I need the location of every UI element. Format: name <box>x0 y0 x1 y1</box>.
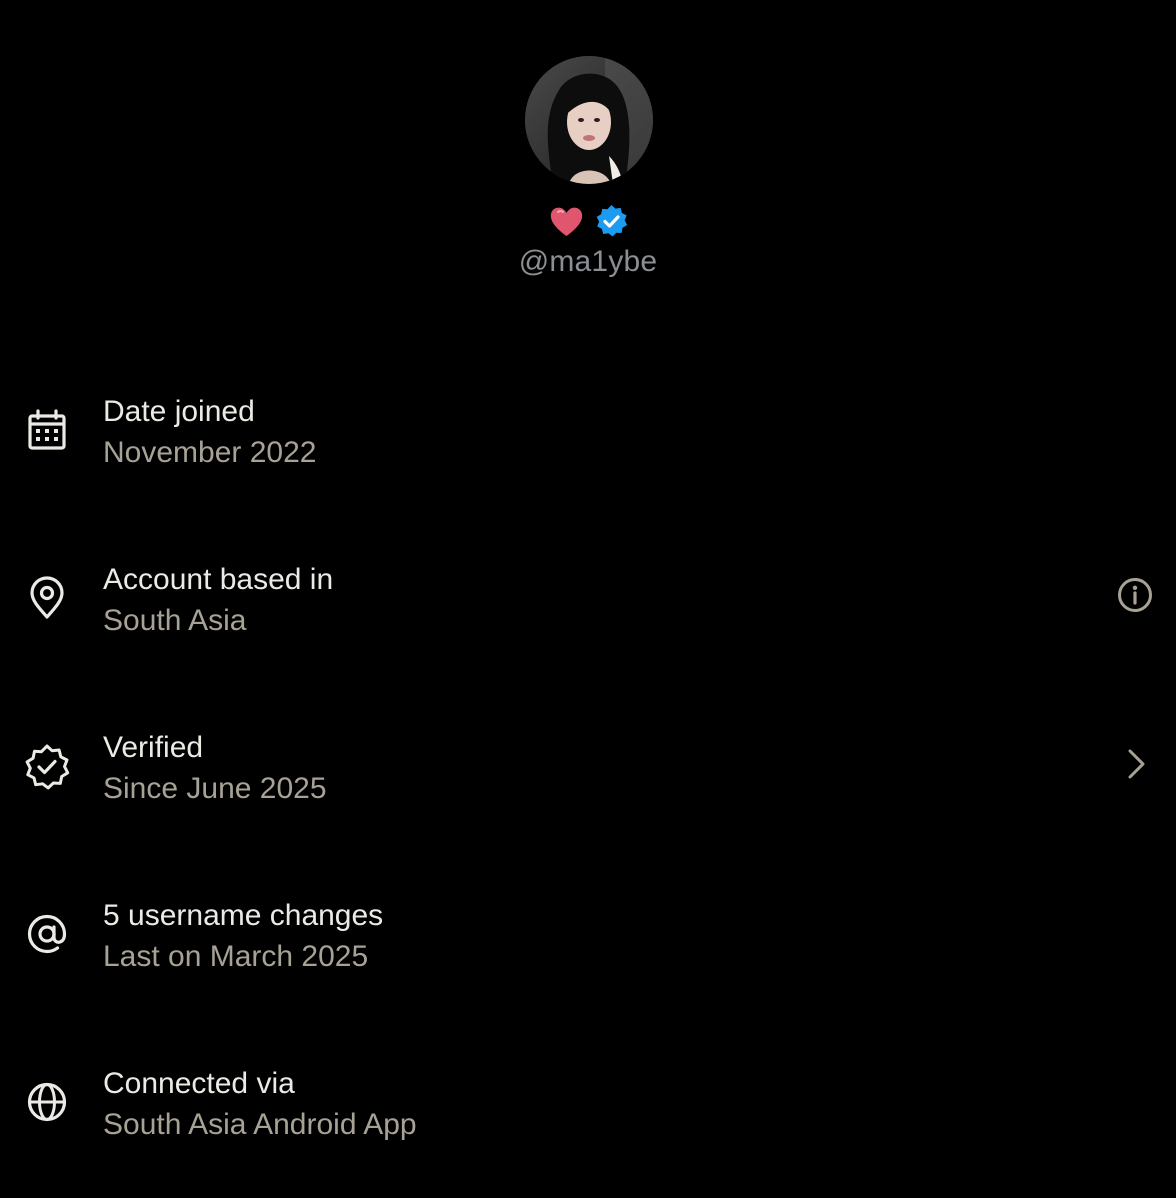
row-account-based-in: Account based in South Asia <box>0 553 1176 643</box>
profile-badges <box>548 202 630 240</box>
row-date-joined: Date joined November 2022 <box>0 385 1176 475</box>
row-value: Last on March 2025 <box>103 940 369 973</box>
chevron-right-icon[interactable] <box>1110 743 1160 793</box>
row-username-changes: 5 username changes Last on March 2025 <box>0 889 1176 979</box>
row-label: Verified <box>103 731 204 764</box>
verified-check-icon <box>22 741 72 791</box>
profile-handle: @ma1ybe <box>518 245 658 278</box>
globe-icon <box>22 1077 72 1127</box>
row-label: Connected via <box>103 1067 295 1100</box>
location-pin-icon <box>22 573 72 623</box>
row-label: Date joined <box>103 395 255 428</box>
profile-photo <box>525 56 653 184</box>
row-connected-via: Connected via South Asia Android App <box>0 1057 1176 1147</box>
calendar-icon <box>22 405 72 455</box>
row-value: Since June 2025 <box>103 772 327 805</box>
profile-header: @ma1ybe <box>0 0 1176 300</box>
row-value: South Asia Android App <box>103 1108 417 1141</box>
heart-icon <box>550 207 583 236</box>
row-verified[interactable]: Verified Since June 2025 <box>0 721 1176 811</box>
at-sign-icon <box>22 909 72 959</box>
row-label: Account based in <box>103 563 334 596</box>
verified-badge-icon[interactable] <box>593 203 630 240</box>
row-value: November 2022 <box>103 436 317 469</box>
avatar[interactable] <box>525 56 653 184</box>
row-value: South Asia <box>103 604 247 637</box>
info-icon[interactable] <box>1110 575 1160 625</box>
row-label: 5 username changes <box>103 899 384 932</box>
